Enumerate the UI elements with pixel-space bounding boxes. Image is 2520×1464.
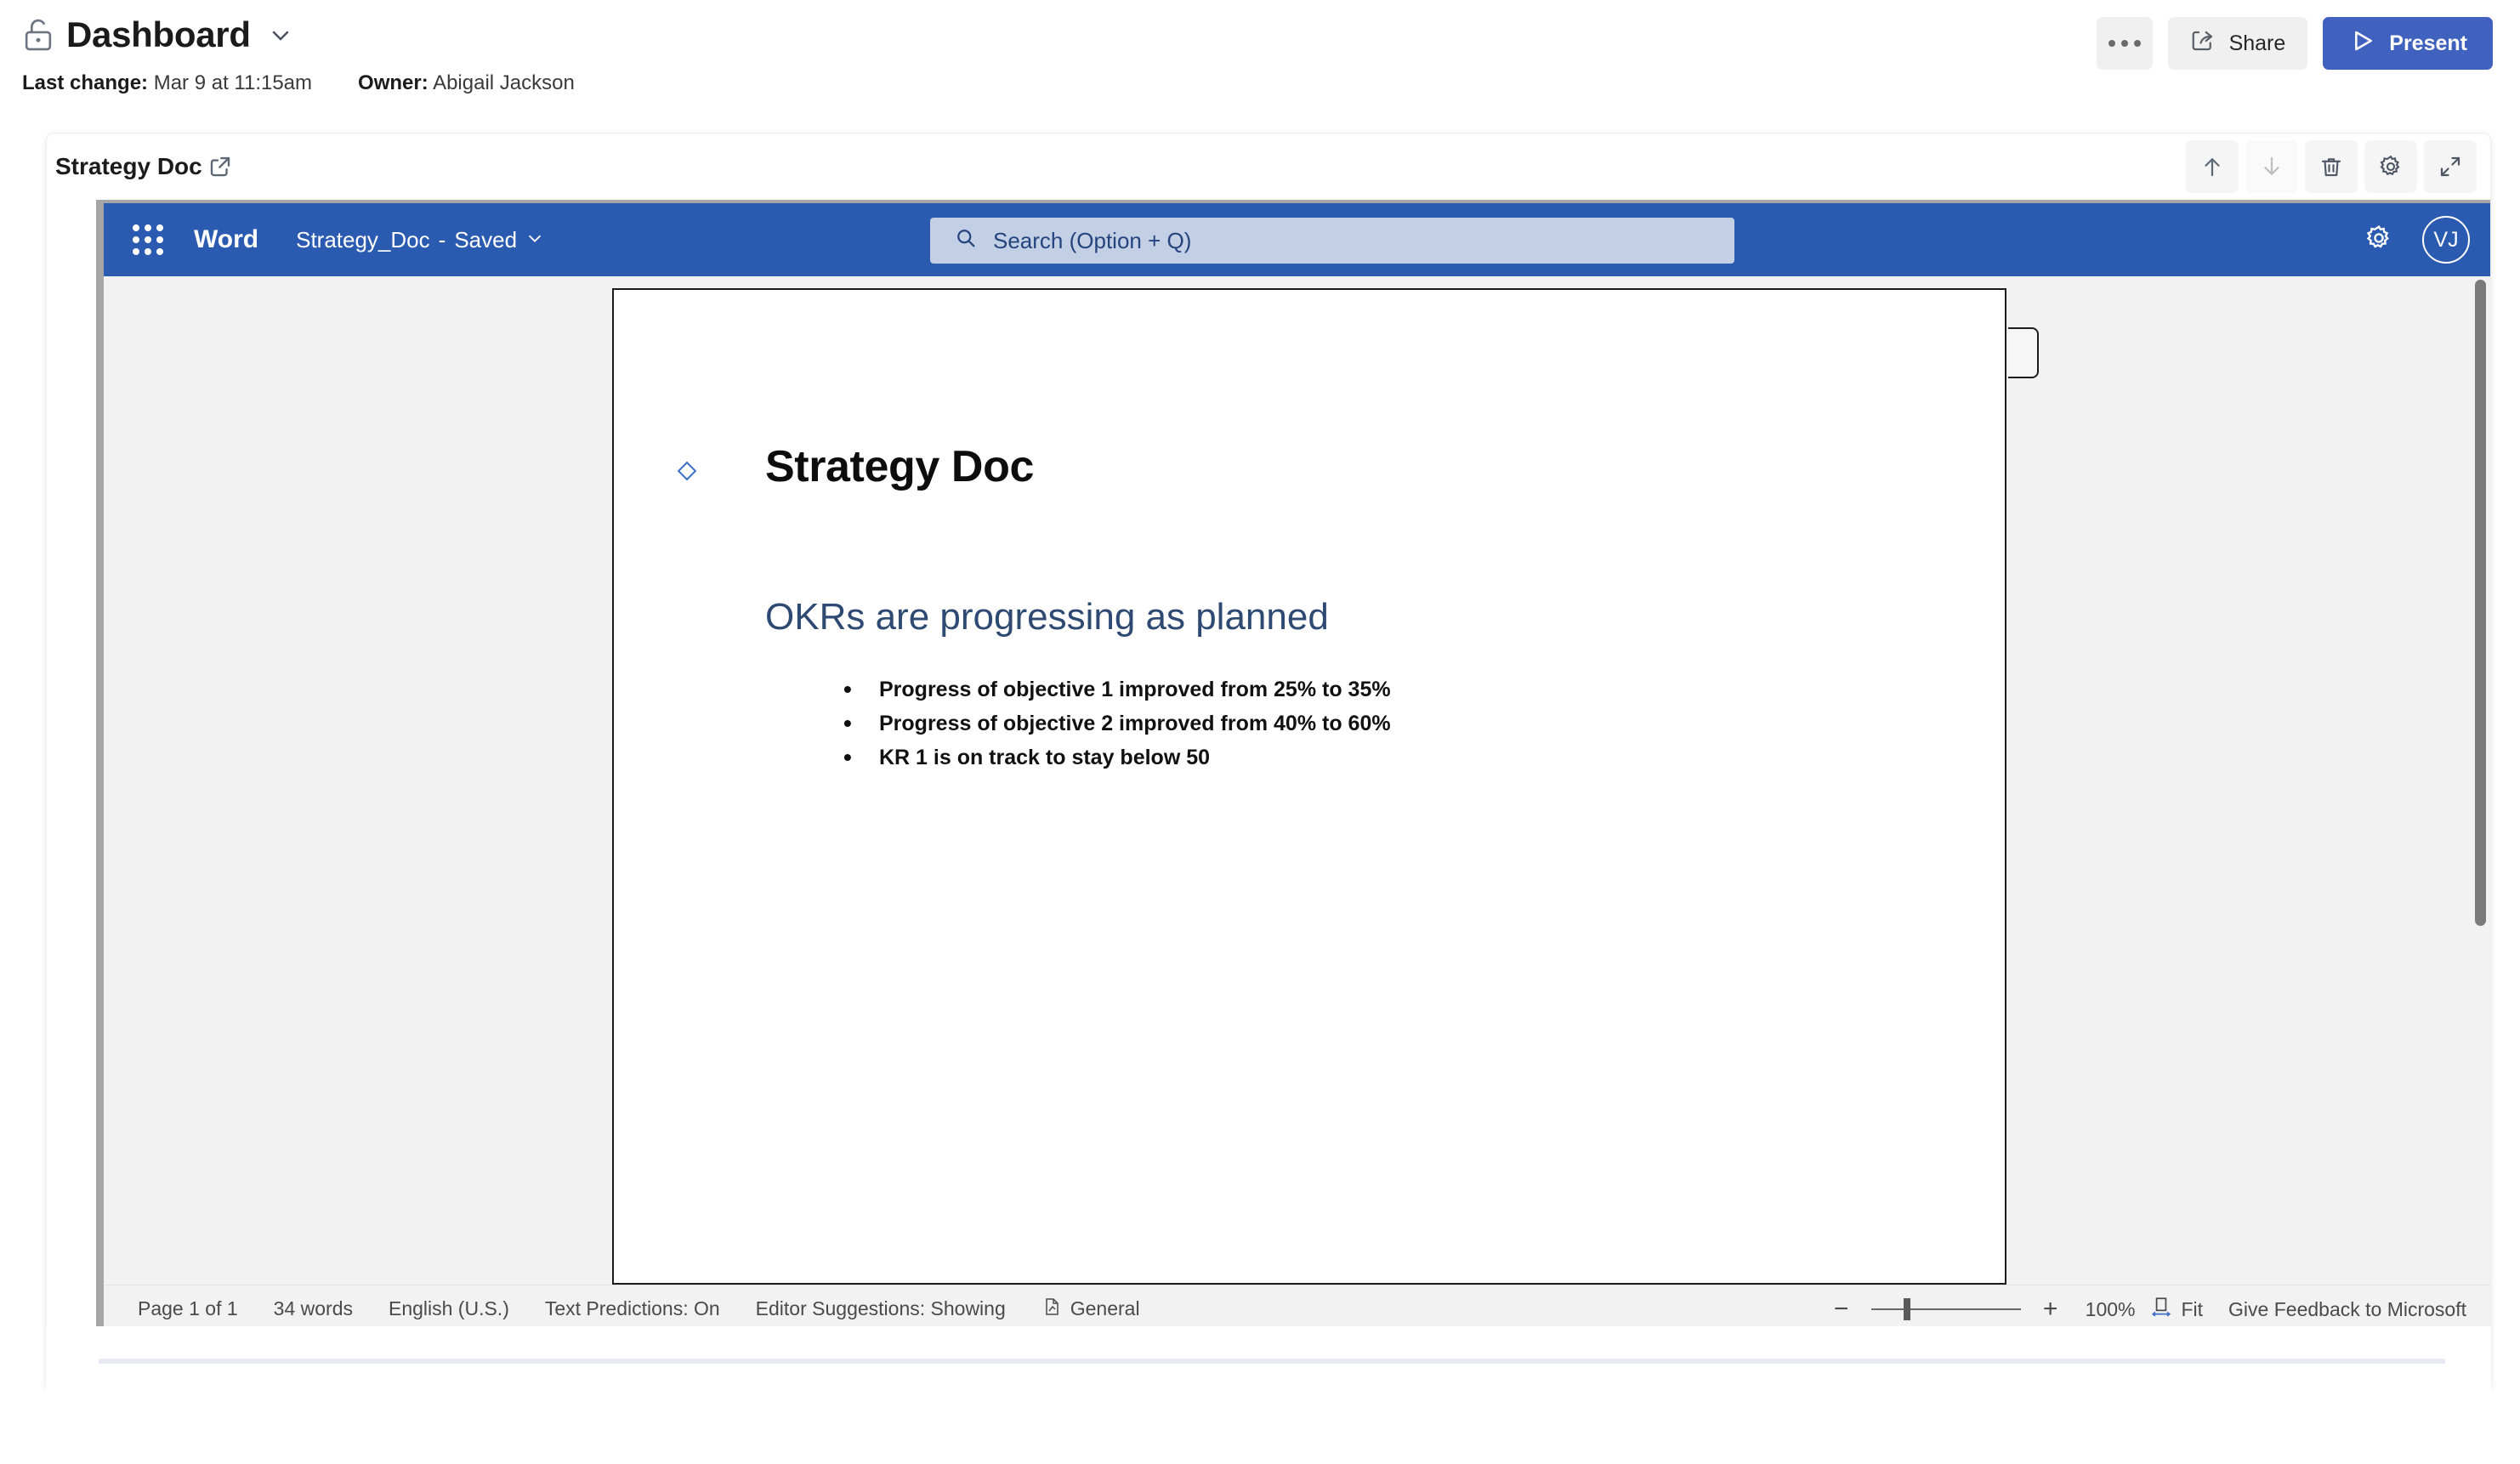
share-label: Share: [2228, 31, 2286, 55]
document-bullet-list: Progress of objective 1 improved from 25…: [831, 672, 1391, 775]
more-options-button[interactable]: [2096, 17, 2153, 70]
word-count[interactable]: 34 words: [274, 1297, 353, 1320]
share-icon: [2190, 28, 2216, 60]
word-bar-right: VJ: [2364, 203, 2470, 276]
feedback-link[interactable]: Give Feedback to Microsoft: [2228, 1298, 2466, 1321]
strategy-doc-widget-card: Strategy Doc Word Strategy_Doc - Saved S…: [46, 133, 2491, 1393]
zoom-in-button[interactable]: +: [2031, 1295, 2070, 1324]
last-change-label: Last change:: [22, 71, 149, 94]
fit-page-icon: [2150, 1296, 2172, 1323]
external-link-icon[interactable]: [207, 154, 233, 179]
widget-title: Strategy Doc: [55, 153, 202, 179]
document-style-icon: [1041, 1297, 1062, 1322]
present-button[interactable]: Present: [2323, 17, 2493, 70]
owner: Owner: Abigail Jackson: [358, 71, 575, 95]
zoom-slider-knob[interactable]: [1903, 1298, 1910, 1320]
scrollbar-thumb[interactable]: [2475, 280, 2486, 926]
avatar[interactable]: VJ: [2422, 216, 2470, 264]
move-up-button[interactable]: [2186, 140, 2239, 193]
document-page[interactable]: Strategy Doc OKRs are progressing as pla…: [612, 288, 2039, 1285]
list-item: Progress of objective 1 improved from 25…: [831, 672, 1391, 706]
widget-toolbar: [2186, 140, 2477, 193]
chevron-down-icon[interactable]: [268, 22, 293, 48]
document-style-label: General: [1070, 1297, 1140, 1319]
metadata-row: Last change: Mar 9 at 11:15am Owner: Abi…: [22, 71, 2491, 95]
diamond-marker-icon: [677, 461, 697, 481]
list-item: KR 1 is on track to stay below 50: [831, 741, 1391, 775]
header-actions: Share Present: [2096, 17, 2493, 70]
vertical-scrollbar[interactable]: [2468, 276, 2490, 1285]
widget-lower-panel: [46, 1326, 2491, 1413]
search-input[interactable]: Search (Option + Q): [930, 218, 1734, 264]
word-brand-label[interactable]: Word: [194, 225, 258, 254]
zoom-out-button[interactable]: −: [1822, 1295, 1861, 1324]
language[interactable]: English (U.S.): [389, 1297, 509, 1320]
editor-suggestions[interactable]: Editor Suggestions: Showing: [756, 1297, 1006, 1320]
widget-header: Strategy Doc: [47, 133, 2490, 200]
zoom-level[interactable]: 100%: [2086, 1298, 2136, 1321]
document-title: Strategy Doc: [765, 442, 1034, 491]
delete-button[interactable]: [2305, 140, 2358, 193]
fit-page-button[interactable]: Fit: [2150, 1296, 2203, 1323]
gear-icon[interactable]: [2364, 224, 2393, 257]
widget-title-wrap[interactable]: Strategy Doc: [55, 153, 233, 180]
last-change-value: Mar 9 at 11:15am: [153, 71, 313, 94]
search-placeholder: Search (Option + Q): [993, 227, 1192, 253]
zoom-slider[interactable]: [1870, 1297, 2021, 1322]
section-divider: [99, 1359, 2445, 1364]
unlock-icon: [22, 18, 54, 52]
text-predictions[interactable]: Text Predictions: On: [545, 1297, 720, 1320]
zoom-slider-rail: [1870, 1308, 2021, 1310]
save-state: Saved: [454, 226, 518, 253]
chevron-down-icon: [525, 227, 544, 253]
word-status-bar: Page 1 of 1 34 words English (U.S.) Text…: [104, 1285, 2490, 1332]
word-app-bar: Word Strategy_Doc - Saved Search (Option…: [104, 203, 2490, 276]
play-icon: [2348, 27, 2375, 60]
document-heading: OKRs are progressing as planned: [765, 596, 1329, 638]
owner-value: Abigail Jackson: [433, 71, 575, 94]
document-name-menu[interactable]: Strategy_Doc - Saved: [296, 227, 544, 253]
fit-page-label: Fit: [2181, 1297, 2204, 1320]
expand-button[interactable]: [2424, 140, 2477, 193]
search-icon: [954, 226, 978, 256]
list-item: Progress of objective 2 improved from 40…: [831, 706, 1391, 741]
document-name: Strategy_Doc: [296, 226, 430, 253]
page-count[interactable]: Page 1 of 1: [138, 1297, 238, 1320]
owner-label: Owner:: [358, 71, 429, 94]
document-style[interactable]: General: [1041, 1297, 1140, 1322]
word-embed: Word Strategy_Doc - Saved Search (Option…: [96, 200, 2490, 1392]
document-canvas: Strategy Doc OKRs are progressing as pla…: [104, 276, 2490, 1285]
save-separator: -: [438, 226, 446, 253]
present-label: Present: [2389, 31, 2467, 55]
last-change: Last change: Mar 9 at 11:15am: [22, 71, 312, 95]
share-button[interactable]: Share: [2167, 17, 2308, 70]
settings-button[interactable]: [2364, 140, 2417, 193]
app-header: Dashboard Last change: Mar 9 at 11:15am …: [0, 0, 2520, 133]
ellipsis-icon: [2108, 40, 2141, 47]
app-launcher-icon[interactable]: [133, 224, 163, 255]
move-down-button[interactable]: [2245, 140, 2298, 193]
page-title: Dashboard: [66, 14, 251, 54]
page-side-tab[interactable]: [2008, 327, 2039, 378]
